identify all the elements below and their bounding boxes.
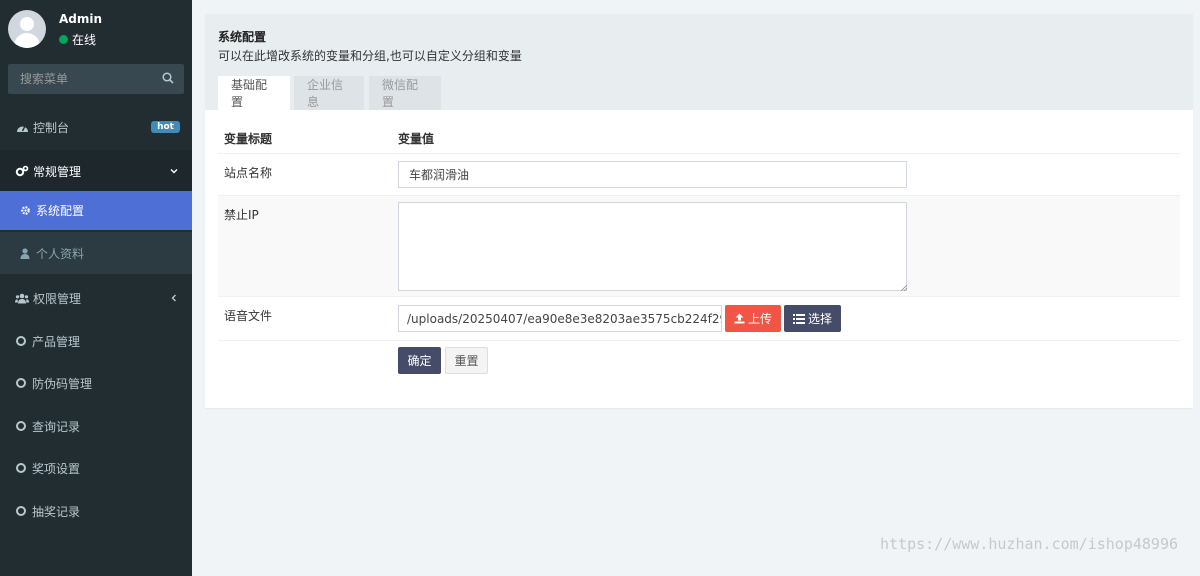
search-icon[interactable]	[162, 72, 174, 84]
circle-icon	[16, 336, 26, 346]
circle-icon	[16, 421, 26, 431]
banned-ip-label: 禁止IP	[224, 208, 259, 222]
sidebar-item-profile[interactable]: 个人资料	[0, 232, 192, 274]
sidebar-item-query-log[interactable]: 查询记录	[0, 405, 192, 447]
sidebar-item-label: 奖项设置	[32, 461, 81, 476]
dashboard-icon	[15, 120, 29, 134]
sidebar-item-label: 权限管理	[33, 291, 82, 306]
user-icon	[18, 246, 32, 260]
sidebar-item-dashboard[interactable]: 控制台 hot	[0, 106, 192, 148]
circle-icon	[16, 463, 26, 473]
watermark: https://www.huzhan.com/ishop48996	[880, 535, 1179, 553]
tab-company[interactable]: 企业信息	[294, 76, 364, 110]
circle-icon	[16, 506, 26, 516]
sidebar-item-label: 常规管理	[33, 164, 82, 179]
reset-button[interactable]: 重置	[445, 347, 488, 374]
resize-grip-icon[interactable]	[900, 284, 907, 291]
choose-button[interactable]: 选择	[784, 305, 841, 332]
sidebar-item-anticounterfeit[interactable]: 防伪码管理	[0, 362, 192, 404]
user-status-label: 在线	[72, 33, 97, 47]
circle-icon	[16, 378, 26, 388]
column-header-value: 变量值	[398, 132, 435, 146]
sidebar: Admin 在线 控制台 hot 常规管理 系统配置	[0, 0, 192, 576]
upload-button-label: 上传	[747, 312, 772, 326]
user-status: 在线	[59, 31, 96, 48]
avatar-body	[14, 33, 40, 48]
gear-icon	[18, 204, 32, 218]
sidebar-item-sysconfig[interactable]: 系统配置	[0, 191, 192, 230]
submit-button[interactable]: 确定	[398, 347, 441, 374]
sidebar-item-auth[interactable]: 权限管理	[0, 277, 192, 319]
voice-file-input[interactable]: /uploads/20250407/ea90e8e3e8203ae3575cb2…	[398, 305, 722, 332]
cogs-icon	[15, 164, 29, 178]
avatar[interactable]	[8, 10, 46, 48]
sidebar-item-lottery-log[interactable]: 抽奖记录	[0, 490, 192, 532]
user-name: Admin	[59, 12, 103, 26]
sidebar-item-label: 控制台	[33, 120, 70, 135]
sidebar-item-label: 查询记录	[32, 419, 81, 434]
group-icon	[15, 291, 29, 305]
sidebar-item-label: 防伪码管理	[32, 376, 93, 391]
banned-ip-textarea[interactable]	[398, 202, 907, 291]
avatar-head	[20, 17, 34, 31]
sidebar-item-general[interactable]: 常规管理	[0, 150, 192, 192]
online-status-icon	[59, 35, 68, 44]
sidebar-item-label: 系统配置	[36, 204, 85, 218]
sidebar-item-label: 个人资料	[36, 246, 85, 261]
upload-button[interactable]: 上传	[725, 305, 781, 332]
choose-button-label: 选择	[807, 312, 832, 326]
tab-wechat[interactable]: 微信配置	[369, 76, 441, 110]
list-icon	[792, 313, 805, 324]
chevron-down-icon	[170, 169, 178, 174]
panel-header: 系统配置 可以在此增改系统的变量和分组,也可以自定义分组和变量 基础配置 企业信…	[205, 14, 1193, 110]
config-panel: 系统配置 可以在此增改系统的变量和分组,也可以自定义分组和变量 基础配置 企业信…	[205, 14, 1193, 408]
menu-search	[8, 64, 184, 94]
site-name-label: 站点名称	[224, 166, 273, 180]
menu-search-input[interactable]	[8, 64, 158, 94]
sidebar-item-label: 产品管理	[32, 334, 81, 349]
site-name-input[interactable]: 车都润滑油	[398, 161, 907, 188]
chevron-left-icon	[171, 294, 176, 302]
form-actions-row	[218, 340, 1180, 390]
voice-file-label: 语音文件	[224, 309, 273, 323]
tab-basic[interactable]: 基础配置	[218, 76, 290, 110]
page-title: 系统配置	[218, 30, 267, 44]
hot-badge: hot	[151, 121, 180, 133]
upload-icon	[734, 313, 745, 324]
sidebar-item-prize-settings[interactable]: 奖项设置	[0, 447, 192, 489]
user-panel: Admin 在线	[0, 0, 192, 58]
sidebar-item-products[interactable]: 产品管理	[0, 320, 192, 362]
column-header-title: 变量标题	[224, 132, 273, 146]
sidebar-item-label: 抽奖记录	[32, 504, 81, 519]
page-description: 可以在此增改系统的变量和分组,也可以自定义分组和变量	[218, 49, 522, 63]
